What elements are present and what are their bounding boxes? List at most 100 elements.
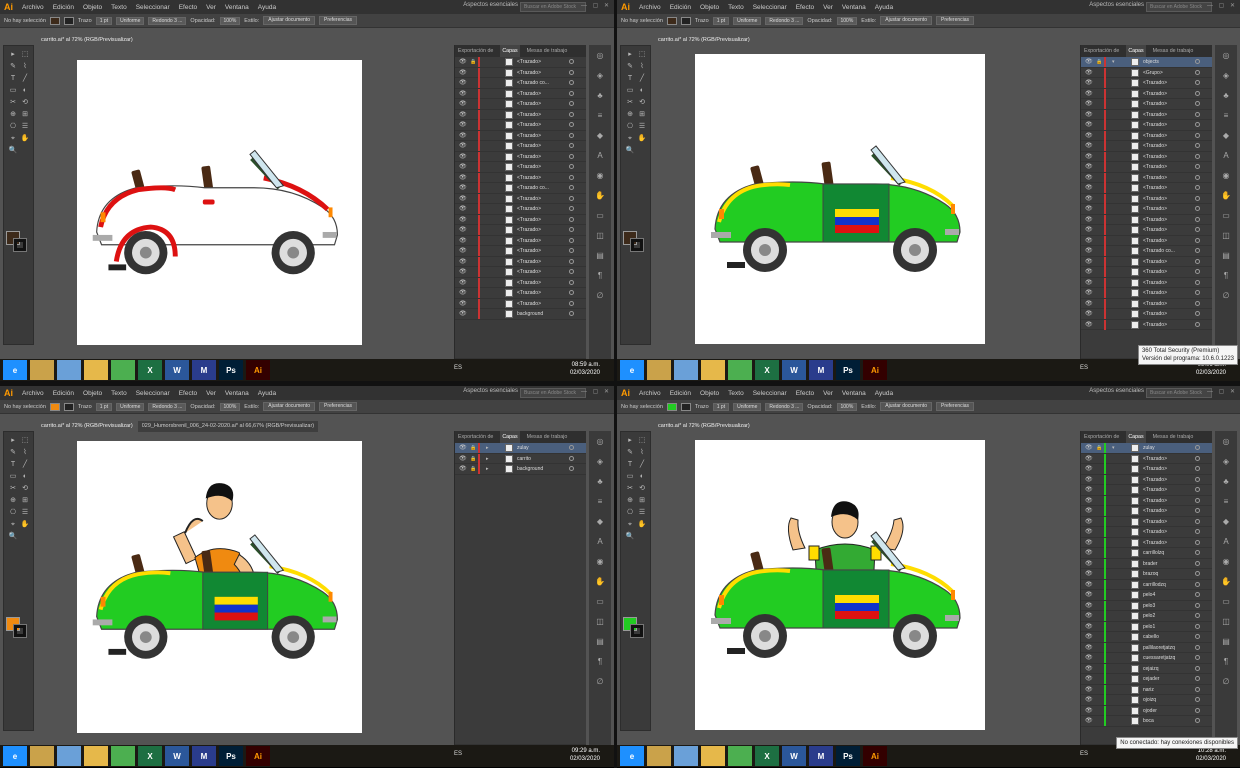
- target-icon[interactable]: [1195, 455, 1200, 461]
- ai-app-icon[interactable]: Ai: [246, 746, 270, 766]
- eye-icon[interactable]: 👁: [1085, 70, 1093, 76]
- menu-efecto[interactable]: Efecto: [796, 390, 814, 397]
- layer-name[interactable]: ojoder: [1143, 706, 1157, 716]
- tool-icon[interactable]: ◐: [20, 472, 30, 482]
- tool-icon[interactable]: ╱: [20, 460, 30, 470]
- menu-ayuda[interactable]: Ayuda: [258, 4, 276, 11]
- eye-icon[interactable]: 👁: [459, 301, 467, 307]
- layer-name[interactable]: ojoizq: [1143, 695, 1156, 705]
- target-icon[interactable]: [1195, 122, 1200, 127]
- eye-icon[interactable]: 👁: [1085, 655, 1093, 661]
- target-icon[interactable]: [1195, 290, 1200, 295]
- tool-icon[interactable]: ╱: [637, 460, 647, 470]
- eye-icon[interactable]: 👁: [1085, 592, 1093, 598]
- eye-icon[interactable]: 👁: [1085, 477, 1093, 483]
- layer-row[interactable]: 👁 <Trazado>: [1081, 298, 1212, 309]
- layer-name[interactable]: <Trazado>: [517, 152, 541, 162]
- eye-icon[interactable]: 👁: [1085, 466, 1093, 472]
- artboard[interactable]: [77, 60, 362, 345]
- ie-app-icon[interactable]: e: [620, 746, 644, 766]
- target-icon[interactable]: [1195, 248, 1200, 253]
- target-icon[interactable]: [569, 153, 574, 159]
- target-icon[interactable]: [1195, 111, 1200, 117]
- layer-row[interactable]: 👁 🔒 <Trazado>: [455, 57, 586, 68]
- workspace-switcher[interactable]: Aspectos esenciales: [1089, 388, 1144, 394]
- tool-icon[interactable]: ☰: [20, 508, 30, 518]
- dock-icon[interactable]: ✋: [594, 577, 606, 587]
- tool-icon[interactable]: ⌖: [8, 520, 18, 530]
- layer-row[interactable]: 👁 nariz: [1081, 684, 1212, 695]
- eye-icon[interactable]: 👁: [1085, 708, 1093, 714]
- ps-app-icon[interactable]: Ps: [836, 360, 860, 380]
- eye-icon[interactable]: 👁: [459, 445, 467, 451]
- target-icon[interactable]: [569, 69, 574, 75]
- layer-row[interactable]: 👁 <Trazado co...: [455, 78, 586, 89]
- layer-name[interactable]: carrillolzq: [1143, 548, 1164, 558]
- dock-icon[interactable]: ◆: [1220, 517, 1232, 527]
- eye-icon[interactable]: 👁: [459, 217, 467, 223]
- fit-document-button[interactable]: Ajustar documento: [880, 402, 932, 411]
- eye-icon[interactable]: 👁: [1085, 487, 1093, 493]
- eye-icon[interactable]: 👁: [1085, 91, 1093, 97]
- layer-row[interactable]: 👁 <Trazado>: [1081, 225, 1212, 236]
- dock-icon[interactable]: ◉: [594, 171, 606, 181]
- eye-icon[interactable]: 👁: [459, 466, 467, 472]
- layer-row[interactable]: 👁 <Trazado>: [1081, 267, 1212, 278]
- layer-name[interactable]: carrito: [517, 454, 531, 464]
- layer-name[interactable]: cabello: [1143, 632, 1159, 642]
- eye-icon[interactable]: 👁: [1085, 311, 1093, 317]
- target-icon[interactable]: [569, 269, 574, 274]
- dock-icon[interactable]: ¶: [594, 271, 606, 281]
- dock-icon[interactable]: ◉: [1220, 557, 1232, 567]
- stroke-color-icon[interactable]: [13, 238, 27, 252]
- eye-icon[interactable]: 👁: [1085, 196, 1093, 202]
- tool-icon[interactable]: ⊕: [625, 110, 635, 120]
- target-icon[interactable]: [569, 164, 574, 169]
- ps-app-icon[interactable]: Ps: [219, 746, 243, 766]
- layer-name[interactable]: <Trazado>: [517, 246, 541, 256]
- ps-doc-app-icon[interactable]: [57, 360, 81, 380]
- tool-icon[interactable]: ▸: [8, 50, 18, 60]
- eye-icon[interactable]: 👁: [1085, 206, 1093, 212]
- layer-row[interactable]: 👁 ojoizq: [1081, 695, 1212, 706]
- panel-tab[interactable]: Mesas de trabajo: [527, 48, 568, 54]
- layer-row[interactable]: 👁 <Trazado>: [455, 214, 586, 225]
- layer-name[interactable]: pallilaoretjatzq: [1143, 643, 1175, 653]
- menu-texto[interactable]: Texto: [728, 4, 744, 11]
- eye-icon[interactable]: 👁: [459, 311, 467, 317]
- layer-row[interactable]: 👁 <Trazado>: [455, 298, 586, 309]
- lock-icon[interactable]: 🔒: [470, 466, 476, 472]
- menu-efecto[interactable]: Efecto: [796, 4, 814, 11]
- stroke-profile-dropdown[interactable]: Uniforme: [116, 16, 145, 25]
- layer-row[interactable]: 👁 brazoq: [1081, 569, 1212, 580]
- layer-row[interactable]: 👁 boca: [1081, 716, 1212, 727]
- layer-row[interactable]: 👁 cuessaretjatzq: [1081, 653, 1212, 664]
- target-icon[interactable]: [1195, 279, 1200, 285]
- eye-icon[interactable]: 👁: [459, 59, 467, 65]
- workspace-switcher[interactable]: Aspectos esenciales: [463, 2, 518, 8]
- dock-icon[interactable]: ✋: [1220, 577, 1232, 587]
- menu-ventana[interactable]: Ventana: [842, 390, 866, 397]
- eye-icon[interactable]: 👁: [459, 238, 467, 244]
- layer-row[interactable]: 👁 🔒 ▸ background: [455, 464, 586, 475]
- dock-icon[interactable]: A: [1220, 537, 1232, 547]
- layer-name[interactable]: <Trazado>: [517, 204, 541, 214]
- eye-icon[interactable]: 👁: [1085, 582, 1093, 588]
- dock-icon[interactable]: ▤: [594, 251, 606, 261]
- fill-swatch[interactable]: [666, 16, 677, 25]
- layer-name[interactable]: <Trazado>: [1143, 131, 1167, 141]
- tool-icon[interactable]: ▸: [625, 436, 635, 446]
- layer-row[interactable]: 👁 <Trazado>: [455, 193, 586, 204]
- eye-icon[interactable]: 👁: [1085, 456, 1093, 462]
- layer-name[interactable]: <Trazado>: [1143, 225, 1167, 235]
- layer-name[interactable]: boca: [1143, 716, 1154, 726]
- eye-icon[interactable]: 👁: [1085, 322, 1093, 328]
- eye-icon[interactable]: 👁: [1085, 259, 1093, 265]
- artboard[interactable]: [695, 440, 985, 730]
- panel-tab[interactable]: Capas: [500, 45, 520, 57]
- tool-icon[interactable]: ⬚: [637, 436, 647, 446]
- tool-icon[interactable]: ✋: [20, 520, 30, 530]
- tool-icon[interactable]: ⌇: [20, 62, 30, 72]
- eye-icon[interactable]: 👁: [1085, 154, 1093, 160]
- tool-icon[interactable]: ╱: [637, 74, 647, 84]
